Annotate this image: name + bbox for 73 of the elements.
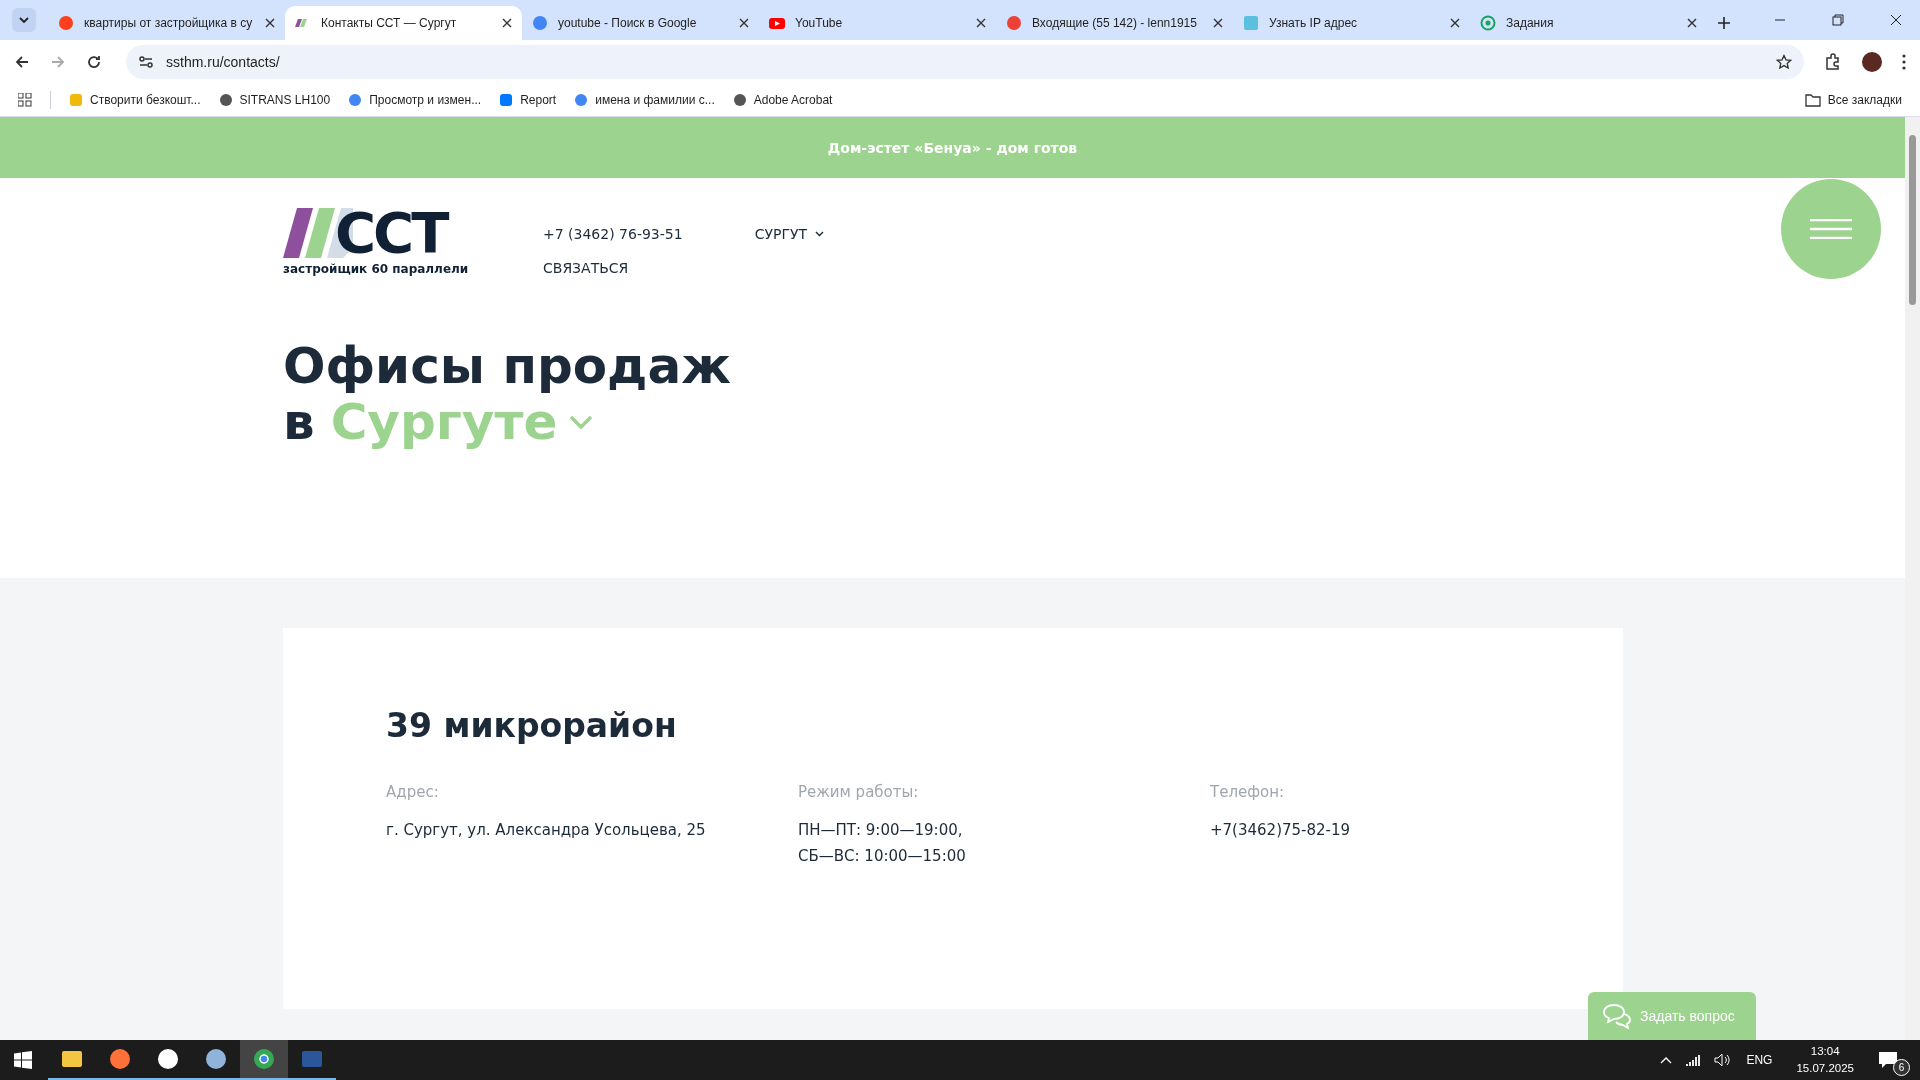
language-indicator[interactable]: ENG bbox=[1746, 1053, 1773, 1067]
chevron-down-icon bbox=[18, 14, 30, 26]
chevron-down-icon bbox=[569, 415, 594, 429]
contact-link[interactable]: СВЯЗАТЬСЯ bbox=[543, 260, 824, 276]
play-icon bbox=[769, 15, 785, 31]
chat-bubbles-icon bbox=[1602, 1003, 1632, 1029]
site-icon bbox=[348, 93, 363, 107]
app-icon bbox=[204, 1047, 228, 1071]
site-icon bbox=[574, 93, 589, 107]
chevron-up-icon[interactable] bbox=[1660, 1056, 1673, 1064]
close-icon[interactable] bbox=[976, 18, 986, 28]
city-selector[interactable]: СУРГУТ bbox=[754, 226, 824, 242]
site-icon bbox=[532, 15, 548, 31]
site-icon bbox=[1006, 15, 1022, 31]
close-icon[interactable] bbox=[1450, 18, 1460, 28]
target-icon bbox=[1480, 15, 1496, 31]
site-icon bbox=[732, 93, 747, 107]
new-tab-icon[interactable] bbox=[1717, 16, 1731, 30]
address-bar[interactable]: ssthm.ru/contacts/ bbox=[126, 45, 1804, 79]
speaker-icon[interactable] bbox=[1714, 1053, 1733, 1067]
page-heading: Офисы продаж bbox=[283, 338, 732, 394]
field-value: +7(3462)75-82-19 bbox=[1210, 820, 1352, 841]
bookmark[interactable]: Створити безкошт... bbox=[69, 93, 201, 107]
app-icon bbox=[108, 1047, 132, 1071]
bookmark[interactable]: Adobe Acrobat bbox=[732, 93, 833, 107]
apps-grid-icon[interactable] bbox=[18, 93, 32, 107]
site-icon bbox=[58, 15, 74, 31]
chevron-down-icon bbox=[815, 231, 824, 237]
back-icon[interactable] bbox=[14, 54, 30, 70]
all-bookmarks[interactable]: Все закладки bbox=[1804, 93, 1902, 107]
page-heading: в bbox=[283, 394, 315, 450]
close-icon[interactable] bbox=[265, 18, 275, 28]
signal-icon[interactable] bbox=[1686, 1054, 1701, 1066]
site-icon bbox=[499, 93, 514, 107]
browser-tab[interactable]: Контакты ССТ — Сургут bbox=[285, 6, 522, 40]
bookmark[interactable]: SITRANS LH100 bbox=[218, 93, 331, 107]
profile-avatar[interactable] bbox=[1862, 52, 1882, 72]
field-value: г. Сургут, ул. Александра Усольцева, 25 bbox=[386, 820, 707, 841]
close-icon[interactable] bbox=[502, 18, 512, 28]
folder-icon bbox=[1804, 93, 1821, 107]
bookmark[interactable]: имена и фамилии с... bbox=[574, 93, 715, 107]
notification-count: 6 bbox=[1893, 1059, 1910, 1076]
site-icon bbox=[1243, 15, 1259, 31]
close-icon[interactable] bbox=[1687, 18, 1697, 28]
bookmark[interactable]: Просмотр и измен... bbox=[348, 93, 482, 107]
app-icon bbox=[252, 1047, 276, 1071]
office-title: 39 микрорайон bbox=[386, 706, 678, 745]
close-icon[interactable] bbox=[1890, 14, 1902, 26]
field-value: ПН—ПТ: 9:00—19:00, bbox=[798, 820, 964, 841]
windows-start-icon[interactable] bbox=[14, 1051, 32, 1069]
field-label: Телефон: bbox=[1210, 783, 1286, 801]
phone-link[interactable]: +7 (3462) 76-93-51 bbox=[543, 226, 683, 242]
star-icon[interactable] bbox=[1776, 54, 1792, 70]
site-icon bbox=[69, 93, 83, 107]
field-label: Режим работы: bbox=[798, 783, 920, 801]
scrollbar[interactable] bbox=[1905, 117, 1920, 1040]
company-logo[interactable]: ССТ застройщик 60 параллели bbox=[283, 208, 473, 276]
clock[interactable]: 13:04 15.07.2025 bbox=[1796, 1043, 1854, 1077]
tab-search-button[interactable] bbox=[12, 8, 36, 32]
close-icon[interactable] bbox=[1213, 18, 1223, 28]
site-settings-icon[interactable] bbox=[138, 54, 154, 70]
reload-icon[interactable] bbox=[86, 54, 102, 70]
close-icon[interactable] bbox=[739, 18, 749, 28]
bookmark[interactable]: Report bbox=[499, 93, 557, 107]
site-icon bbox=[218, 93, 233, 107]
restore-icon[interactable] bbox=[1832, 14, 1844, 26]
message-icon bbox=[1878, 1051, 1898, 1069]
menu-icon bbox=[1810, 219, 1852, 239]
field-value: СБ—ВС: 10:00—15:00 bbox=[798, 846, 967, 867]
field-label: Адрес: bbox=[386, 783, 440, 801]
puzzle-icon[interactable] bbox=[1824, 53, 1842, 71]
more-icon[interactable] bbox=[1902, 54, 1906, 70]
app-icon bbox=[156, 1047, 180, 1071]
